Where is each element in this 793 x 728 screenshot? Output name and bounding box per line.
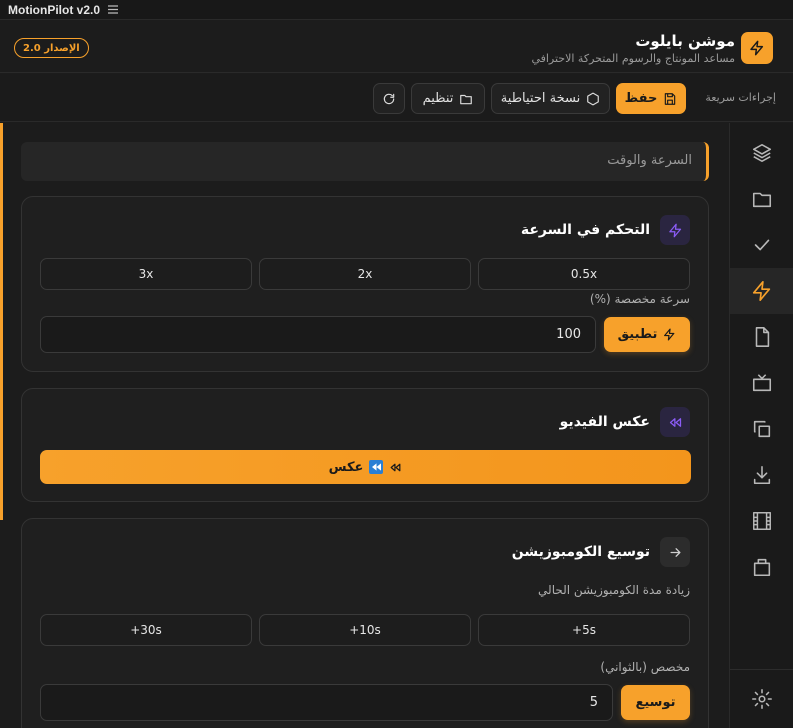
apply-speed-button[interactable]: تطبيق: [604, 317, 690, 352]
organize-button-label: تنظيم: [422, 91, 454, 106]
backup-button[interactable]: نسخة احتياطية: [491, 83, 610, 114]
save-button[interactable]: حفظ: [616, 83, 686, 114]
extend-button-label: توسيع: [635, 695, 676, 710]
custom-extend-label: مخصص (بالثواني): [600, 660, 690, 674]
hexagon-icon: [586, 92, 600, 106]
reverse-video-card: عكس الفيديو عكس: [21, 388, 709, 502]
sidebar-item-tv[interactable]: [730, 360, 793, 406]
hamburger-menu-icon[interactable]: [108, 5, 119, 14]
sidebar-item-file[interactable]: [730, 314, 793, 360]
package-icon: [751, 556, 773, 578]
speed-card-title: التحكم في السرعة: [520, 222, 650, 238]
gear-icon: [751, 688, 773, 710]
organize-button[interactable]: تنظيم: [411, 83, 485, 114]
sidebar-item-settings[interactable]: [730, 676, 793, 722]
copy-icon: [751, 418, 773, 440]
file-icon: [751, 326, 773, 348]
film-icon: [751, 510, 773, 532]
check-icon: [751, 234, 773, 256]
section-title: السرعة والوقت: [607, 153, 692, 168]
apply-button-label: تطبيق: [617, 327, 658, 342]
speed-lightning-icon: [660, 215, 690, 245]
brand-name: موشن بايلوت: [635, 32, 735, 50]
extend-description: زيادة مدة الكومبوزيشن الحالي: [538, 583, 690, 597]
folder-icon: [751, 188, 773, 210]
arrow-right-icon: [660, 537, 690, 567]
sidebar-item-download[interactable]: [730, 452, 793, 498]
folder-icon: [459, 92, 473, 106]
extend-composition-card: توسيع الكومبوزيشن زيادة مدة الكومبوزيشن …: [21, 518, 709, 728]
custom-speed-label: سرعة مخصصة (%): [589, 292, 690, 306]
lightning-icon: [751, 280, 773, 302]
sidebar: [729, 123, 793, 728]
sidebar-item-film[interactable]: [730, 498, 793, 544]
custom-speed-input-box: [40, 316, 596, 353]
reverse-card-title: عكس الفيديو: [559, 414, 650, 430]
sidebar-item-check[interactable]: [730, 222, 793, 268]
quick-actions-label: إجراءات سريعة: [705, 91, 776, 104]
app-header: موشن بايلوت مساعد المونتاج والرسوم المتح…: [0, 21, 793, 73]
extend-preset-5s[interactable]: +5s: [478, 614, 690, 646]
refresh-icon: [382, 92, 396, 106]
download-icon: [751, 464, 773, 486]
sidebar-item-layers[interactable]: [730, 130, 793, 176]
apply-lightning-icon: [663, 328, 676, 341]
section-header: السرعة والوقت: [21, 142, 709, 181]
version-badge: الإصدار 2.0: [14, 38, 89, 58]
rewind-icon: [660, 407, 690, 437]
brand-subtitle: مساعد المونتاج والرسوم المتحركة الاحتراف…: [531, 52, 735, 65]
refresh-button[interactable]: [373, 83, 405, 114]
sidebar-item-copy[interactable]: [730, 406, 793, 452]
extend-card-title: توسيع الكومبوزيشن: [511, 544, 650, 560]
extend-preset-10s[interactable]: +10s: [259, 614, 471, 646]
speed-preset-0.5x[interactable]: 0.5x: [478, 258, 690, 290]
layers-icon: [751, 142, 773, 164]
quick-actions-toolbar: إجراءات سريعة حفظ نسخة احتياطية تنظيم: [0, 74, 793, 122]
tv-icon: [751, 372, 773, 394]
custom-speed-input[interactable]: [41, 317, 595, 352]
speed-preset-2x[interactable]: 2x: [259, 258, 471, 290]
save-button-label: حفظ: [624, 91, 658, 106]
custom-extend-input[interactable]: [41, 685, 612, 720]
sidebar-item-package[interactable]: [730, 544, 793, 590]
speed-control-card: التحكم في السرعة 0.5x 2x 3x سرعة مخصصة (…: [21, 196, 709, 372]
content-accent-bar: [0, 123, 3, 520]
backup-button-label: نسخة احتياطية: [500, 91, 581, 106]
extend-preset-30s[interactable]: +30s: [40, 614, 252, 646]
brand-lightning-icon: [741, 32, 773, 64]
extend-button[interactable]: توسيع: [621, 685, 690, 720]
speed-preset-3x[interactable]: 3x: [40, 258, 252, 290]
save-icon: [663, 92, 677, 106]
rewind-emoji-icon: [369, 460, 384, 474]
custom-extend-input-box: [40, 684, 613, 721]
window-title: MotionPilot v2.0: [8, 2, 101, 17]
reverse-button[interactable]: عكس: [40, 450, 691, 484]
sidebar-divider: [730, 669, 793, 670]
sidebar-item-folder[interactable]: [730, 176, 793, 222]
rewind-button-icon: [389, 461, 402, 474]
reverse-button-label: عكس: [328, 459, 364, 475]
title-bar: MotionPilot v2.0: [0, 0, 793, 20]
sidebar-item-speed[interactable]: [730, 268, 793, 314]
